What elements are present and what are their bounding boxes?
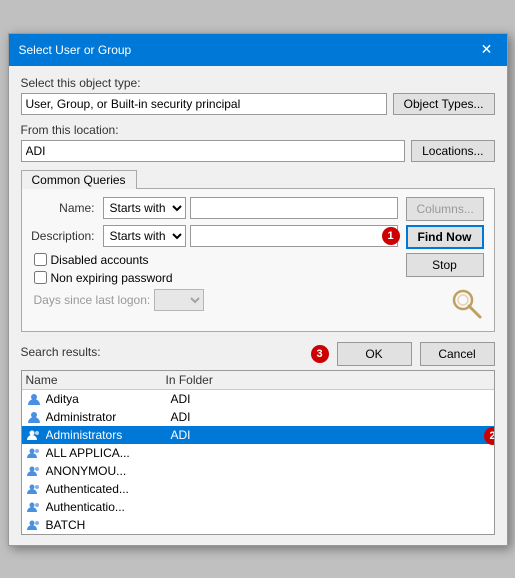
result-row-batch[interactable]: BATCH	[22, 516, 494, 534]
select-user-dialog: Select User or Group ✕ Select this objec…	[8, 33, 508, 546]
col-name-header: Name	[26, 373, 166, 387]
desc-input[interactable]	[190, 225, 398, 247]
disabled-accounts-checkbox[interactable]	[34, 253, 47, 266]
name-starts-with-select[interactable]: Starts with	[103, 197, 186, 219]
annotation-2: 2	[484, 427, 495, 445]
result-row-authenticated[interactable]: Authenticated...	[22, 480, 494, 498]
disabled-accounts-row: Disabled accounts	[34, 253, 398, 267]
name-row: Name: Starts with	[30, 197, 398, 219]
result-name: Aditya	[46, 392, 171, 406]
group-icon-batch	[26, 517, 42, 533]
result-name: Administrator	[46, 410, 171, 424]
result-folder: ADI	[171, 428, 490, 442]
result-folder: ADI	[171, 410, 490, 424]
common-queries-content: Name: Starts with Description: Starts wi…	[21, 188, 495, 332]
result-name: Administrators	[46, 428, 171, 442]
object-types-button[interactable]: Object Types...	[393, 93, 495, 115]
result-folder: ADI	[171, 392, 490, 406]
days-row: Days since last logon:	[34, 289, 398, 311]
name-input[interactable]	[190, 197, 398, 219]
result-row-authenticatio[interactable]: Authenticatio...	[22, 498, 494, 516]
find-now-wrapper: 1 Find Now	[406, 225, 486, 249]
desc-row: Description: Starts with	[30, 225, 398, 247]
result-row-aditya[interactable]: Aditya ADI	[22, 390, 494, 408]
desc-starts-with-select[interactable]: Starts with	[103, 225, 186, 247]
common-queries-tab[interactable]: Common Queries	[21, 170, 137, 189]
result-name: ANONYMOU...	[46, 464, 171, 478]
result-row-consolel[interactable]: CONSOLE L...	[22, 534, 494, 535]
search-icon-area	[406, 287, 486, 323]
search-results-label: Search results:	[21, 345, 101, 359]
result-row-administrator[interactable]: Administrator ADI	[22, 408, 494, 426]
days-select[interactable]	[154, 289, 204, 311]
days-label: Days since last logon:	[34, 293, 151, 307]
non-expiring-row: Non expiring password	[34, 271, 398, 285]
result-name: BATCH	[46, 518, 171, 532]
result-name: Authenticatio...	[46, 500, 171, 514]
queries-right: Columns... 1 Find Now Stop	[406, 197, 486, 323]
locations-button[interactable]: Locations...	[411, 140, 494, 162]
annotation-1: 1	[382, 227, 400, 245]
dialog-title: Select User or Group	[19, 43, 132, 57]
results-header: Name In Folder	[22, 371, 494, 390]
group-icon-administrators	[26, 427, 42, 443]
queries-content: Name: Starts with Description: Starts wi…	[30, 197, 486, 323]
group-icon-allapplica	[26, 445, 42, 461]
group-icon-authenticated	[26, 481, 42, 497]
result-name: ALL APPLICA...	[46, 446, 171, 460]
columns-button[interactable]: Columns...	[406, 197, 484, 221]
result-row-allapplica[interactable]: ALL APPLICA...	[22, 444, 494, 462]
results-container: Name In Folder Aditya ADI Administrator	[21, 370, 495, 535]
desc-label: Description:	[30, 229, 95, 243]
location-group: From this location: Locations...	[21, 123, 495, 162]
common-queries-box: Common Queries Name: Starts with	[21, 170, 495, 332]
location-row: Locations...	[21, 140, 495, 162]
user-icon-aditya	[26, 391, 42, 407]
cancel-button-top[interactable]: Cancel	[420, 342, 495, 366]
object-type-label: Select this object type:	[21, 76, 495, 90]
search-results-section: Search results: 3 OK Cancel Name In Fold…	[21, 342, 495, 535]
title-bar: Select User or Group ✕	[9, 34, 507, 66]
object-type-row: Object Types...	[21, 93, 495, 115]
magnify-icon	[450, 287, 486, 323]
disabled-accounts-label: Disabled accounts	[51, 253, 149, 267]
result-row-anonymou[interactable]: ANONYMOU...	[22, 462, 494, 480]
group-icon-authenticatio	[26, 499, 42, 515]
result-name: Authenticated...	[46, 482, 171, 496]
user-icon-administrator	[26, 409, 42, 425]
queries-left: Name: Starts with Description: Starts wi…	[30, 197, 398, 323]
non-expiring-checkbox[interactable]	[34, 271, 47, 284]
dialog-body: Select this object type: Object Types...…	[9, 66, 507, 545]
non-expiring-label: Non expiring password	[51, 271, 173, 285]
col-folder-header: In Folder	[166, 373, 490, 387]
group-icon-anonymou	[26, 463, 42, 479]
ok-button-top[interactable]: OK	[337, 342, 412, 366]
location-input[interactable]	[21, 140, 406, 162]
object-type-group: Select this object type: Object Types...	[21, 76, 495, 115]
close-button[interactable]: ✕	[477, 40, 497, 60]
object-type-input[interactable]	[21, 93, 387, 115]
find-now-button[interactable]: Find Now	[406, 225, 484, 249]
name-label: Name:	[30, 201, 95, 215]
annotation-3: 3	[311, 345, 329, 363]
location-label: From this location:	[21, 123, 495, 137]
stop-button[interactable]: Stop	[406, 253, 484, 277]
result-row-administrators[interactable]: Administrators ADI 2	[22, 426, 494, 444]
